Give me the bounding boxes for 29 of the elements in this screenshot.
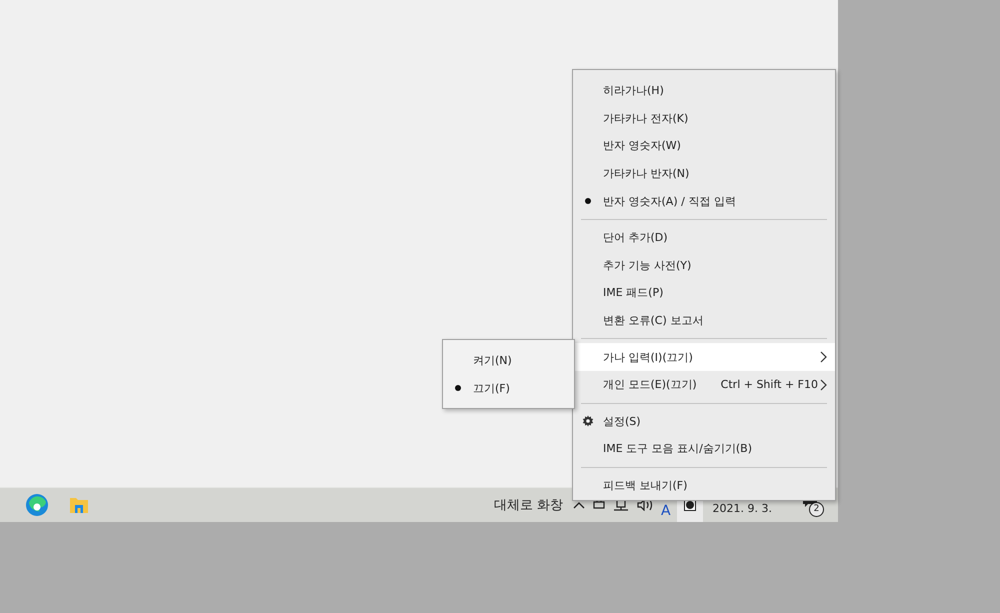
menu-item[interactable]: 개인 모드(E)(끄기) Ctrl + Shift + F10 bbox=[573, 370, 835, 399]
chevron-up-icon[interactable] bbox=[572, 501, 585, 509]
chevron-right-icon bbox=[820, 378, 827, 391]
bullet-icon bbox=[585, 198, 591, 204]
date-text[interactable]: 2021. 9. 3. bbox=[712, 502, 772, 514]
weather-text[interactable]: 대체로 화창 bbox=[494, 496, 563, 514]
menu-item[interactable]: IME 패드(P) bbox=[573, 279, 835, 307]
menu-item[interactable]: 가타카나 전자(K) bbox=[573, 104, 835, 132]
menu-item[interactable]: 변환 오류(C) 보고서 bbox=[573, 306, 835, 334]
menu-item[interactable]: 가타카나 반자(N) bbox=[573, 160, 835, 188]
network-icon[interactable] bbox=[612, 499, 629, 511]
menu-item[interactable]: 끄기(F) bbox=[443, 374, 574, 402]
menu-item[interactable]: IME 도구 모음 표시/숨기기(B) bbox=[573, 435, 835, 463]
tray-icon[interactable] bbox=[592, 499, 605, 511]
speaker-icon[interactable] bbox=[636, 499, 653, 511]
chevron-right-icon bbox=[820, 351, 827, 364]
menu-item[interactable]: 반자 영숫자(W) bbox=[573, 132, 835, 160]
menu-item[interactable]: 반자 영숫자(A) / 직접 입력 bbox=[573, 187, 835, 215]
notification-badge: 2 bbox=[809, 502, 824, 517]
menu-item[interactable]: 가나 입력(I)(끄기) bbox=[573, 343, 835, 371]
menu-item[interactable]: 설정(S) bbox=[573, 408, 835, 436]
menu-item[interactable]: 단어 추가(D) bbox=[573, 224, 835, 252]
gear-icon bbox=[582, 415, 594, 428]
input-mode-text[interactable]: A bbox=[660, 503, 671, 519]
browser-icon[interactable] bbox=[25, 493, 49, 517]
menu-item[interactable]: 켜기(N) bbox=[443, 346, 574, 374]
bullet-icon bbox=[455, 385, 461, 391]
menu-item[interactable]: 추가 기능 사전(Y) bbox=[573, 252, 835, 280]
menu-item[interactable]: 히라가나(H) bbox=[573, 77, 835, 105]
